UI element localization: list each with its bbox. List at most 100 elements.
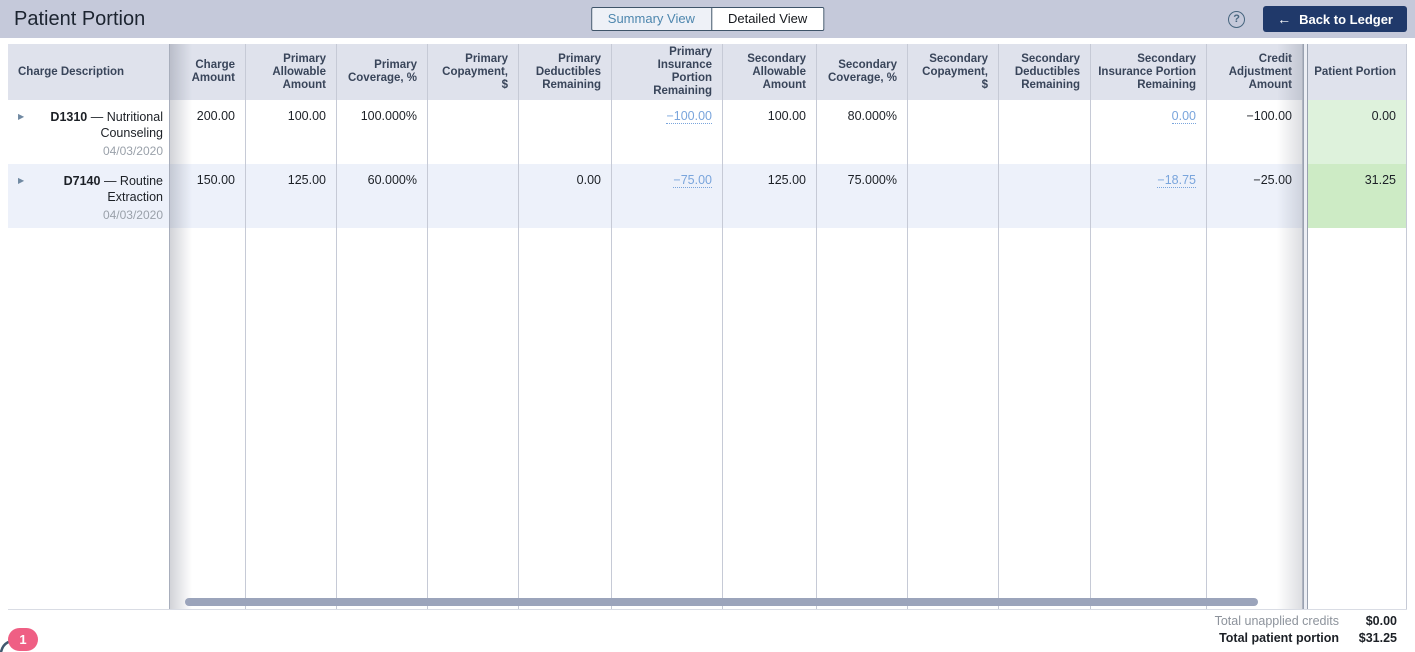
empty-column-area: [170, 228, 245, 609]
back-to-ledger-button[interactable]: ← Back to Ledger: [1263, 6, 1407, 32]
column-header-secondary_copayment[interactable]: Secondary Copayment, $: [908, 44, 998, 100]
charges-table: Charge Description ▶ D1310 — Nutritional C…: [8, 44, 1407, 610]
column-header-primary_deductibles[interactable]: Primary Deductibles Remaining: [519, 44, 611, 100]
expand-row-caret-icon[interactable]: ▶: [18, 109, 24, 164]
help-icon[interactable]: ?: [1228, 10, 1246, 28]
empty-column-area: [8, 228, 169, 609]
patient_portion-cell: 0.00: [1308, 100, 1406, 164]
empty-column-area: [428, 228, 518, 609]
top-bar: Patient Portion Summary View Detailed Vi…: [0, 0, 1415, 38]
secondary_deductibles-cell: [999, 164, 1090, 228]
column-charge_amount: Charge Amount 200.00 150.00: [170, 44, 246, 609]
procedure-name: — Routine Extraction: [100, 174, 163, 204]
empty-column-area: [1091, 228, 1206, 609]
page-title: Patient Portion: [14, 8, 146, 30]
column-header-credit_adjustment[interactable]: Credit Adjustment Amount: [1207, 44, 1302, 100]
charge-date: 04/03/2020: [102, 208, 163, 222]
primary_allowable-cell: 125.00: [246, 164, 336, 228]
tab-summary-view[interactable]: Summary View: [591, 8, 711, 30]
tab-detailed-view[interactable]: Detailed View: [710, 8, 824, 30]
primary_copayment-cell: [428, 100, 518, 164]
primary_insurance_portion-link[interactable]: −75.00: [673, 173, 712, 188]
secondary_coverage-cell: 80.000%: [847, 109, 897, 123]
total-unapplied-credits-label: Total unapplied credits: [1214, 614, 1339, 628]
procedure-code: D1310: [50, 110, 88, 124]
empty-column-area: [612, 228, 722, 609]
column-patient_portion: Patient Portion 0.00 31.25: [1308, 44, 1407, 609]
empty-column-area: [246, 228, 336, 609]
empty-column-area: [817, 228, 907, 609]
column-header-charge_amount[interactable]: Charge Amount: [170, 44, 245, 100]
secondary_deductibles-cell: [999, 100, 1090, 164]
total-patient-portion-label: Total patient portion: [1219, 631, 1339, 645]
empty-column-area: [999, 228, 1090, 609]
column-header-secondary_deductibles[interactable]: Secondary Deductibles Remaining: [999, 44, 1090, 100]
primary_deductibles-cell: [519, 100, 611, 164]
column-header-secondary_allowable[interactable]: Secondary Allowable Amount: [723, 44, 816, 100]
horizontal-scrollbar: [170, 596, 1303, 608]
horizontal-scrollbar-thumb[interactable]: [185, 598, 1258, 606]
total-patient-portion-value: $31.25: [1358, 631, 1397, 645]
left-arrow-icon: ←: [1277, 11, 1292, 27]
empty-column-area: [908, 228, 998, 609]
empty-column-area: [519, 228, 611, 609]
credit_adjustment-cell: −25.00: [1207, 164, 1302, 228]
column-header-primary_insurance_portion[interactable]: Primary Insurance Portion Remaining: [612, 44, 722, 100]
column-header-secondary_coverage[interactable]: Secondary Coverage, %: [817, 44, 907, 100]
empty-column-area: [1304, 228, 1307, 609]
primary_allowable-cell: 100.00: [287, 109, 326, 123]
column-primary_deductibles: Primary Deductibles Remaining 0.00: [519, 44, 612, 609]
empty-column-area: [337, 228, 427, 609]
charge-date: 04/03/2020: [102, 144, 163, 158]
primary_insurance_portion-cell: −75.00: [612, 164, 722, 228]
secondary_allowable-cell: 125.00: [723, 164, 816, 228]
primary_coverage-cell: 100.000%: [360, 109, 417, 123]
column-header-patient_portion[interactable]: Patient Portion: [1308, 44, 1406, 100]
view-toggle: Summary View Detailed View: [590, 7, 825, 31]
primary_deductibles-cell: 0.00: [519, 164, 611, 228]
column-header-primary_copayment[interactable]: Primary Copayment, $: [428, 44, 518, 100]
column-secondary_allowable: Secondary Allowable Amount 100.00 125.00: [723, 44, 817, 609]
topbar-actions: ? ← Back to Ledger: [1228, 6, 1407, 32]
column-secondary_deductibles: Secondary Deductibles Remaining: [999, 44, 1091, 609]
column-primary_coverage: Primary Coverage, % 100.000% 60.000%: [337, 44, 428, 609]
secondary_insurance_portion-cell: 0.00: [1091, 100, 1206, 164]
empty-column-area: [1207, 228, 1302, 609]
charge_amount-cell: 200.00: [196, 109, 235, 123]
column-secondary_copayment: Secondary Copayment, $: [908, 44, 999, 609]
column-header-primary_allowable[interactable]: Primary Allowable Amount: [246, 44, 336, 100]
secondary_insurance_portion-link[interactable]: 0.00: [1171, 109, 1196, 124]
charge-description-text: D1310 — Nutritional Counseling 04/03/2020: [31, 109, 163, 164]
empty-column-area: [1308, 228, 1406, 609]
secondary_copayment-cell: [908, 100, 998, 164]
column-primary_allowable: Primary Allowable Amount 100.00 125.00: [246, 44, 337, 609]
notification-badge[interactable]: 1: [8, 628, 38, 651]
column-primary_insurance_portion: Primary Insurance Portion Remaining −100.…: [612, 44, 723, 609]
expand-row-caret-icon[interactable]: ▶: [18, 173, 24, 228]
back-to-ledger-label: Back to Ledger: [1299, 11, 1393, 27]
charge_description-cell: ▶ D7140 — Routine Extraction 04/03/2020: [8, 164, 169, 228]
primary_copayment-cell: [428, 164, 518, 228]
column-primary_copayment: Primary Copayment, $: [428, 44, 519, 609]
column-charge_description: Charge Description ▶ D1310 — Nutritional C…: [8, 44, 170, 609]
column-header-primary_coverage[interactable]: Primary Coverage, %: [337, 44, 427, 100]
primary_insurance_portion-link[interactable]: −100.00: [666, 109, 712, 124]
secondary_allowable-cell: 100.00: [767, 109, 806, 123]
procedure-code: D7140: [63, 174, 101, 188]
column-secondary_coverage: Secondary Coverage, % 80.000% 75.000%: [817, 44, 908, 609]
column-header-secondary_insurance_portion[interactable]: Secondary Insurance Portion Remaining: [1091, 44, 1206, 100]
credit_adjustment-cell: −100.00: [1246, 109, 1292, 123]
column-header-charge_description[interactable]: Charge Description: [8, 44, 169, 100]
charge_description-cell: ▶ D1310 — Nutritional Counseling 04/03/202…: [8, 100, 169, 164]
primary_insurance_portion-cell: −100.00: [612, 100, 722, 164]
secondary_coverage-cell: 75.000%: [817, 164, 907, 228]
procedure-name: — Nutritional Counseling: [87, 110, 163, 140]
column-secondary_insurance_portion: Secondary Insurance Portion Remaining 0.0…: [1091, 44, 1207, 609]
secondary_insurance_portion-cell: −18.75: [1091, 164, 1206, 228]
charge_amount-cell: 150.00: [170, 164, 245, 228]
totals-summary: Total unapplied credits $0.00 Total pati…: [1215, 614, 1397, 645]
secondary_insurance_portion-link[interactable]: −18.75: [1157, 173, 1196, 188]
charge-description-text: D7140 — Routine Extraction 04/03/2020: [31, 173, 163, 228]
total-unapplied-credits-value: $0.00: [1365, 614, 1397, 628]
secondary_copayment-cell: [908, 164, 998, 228]
